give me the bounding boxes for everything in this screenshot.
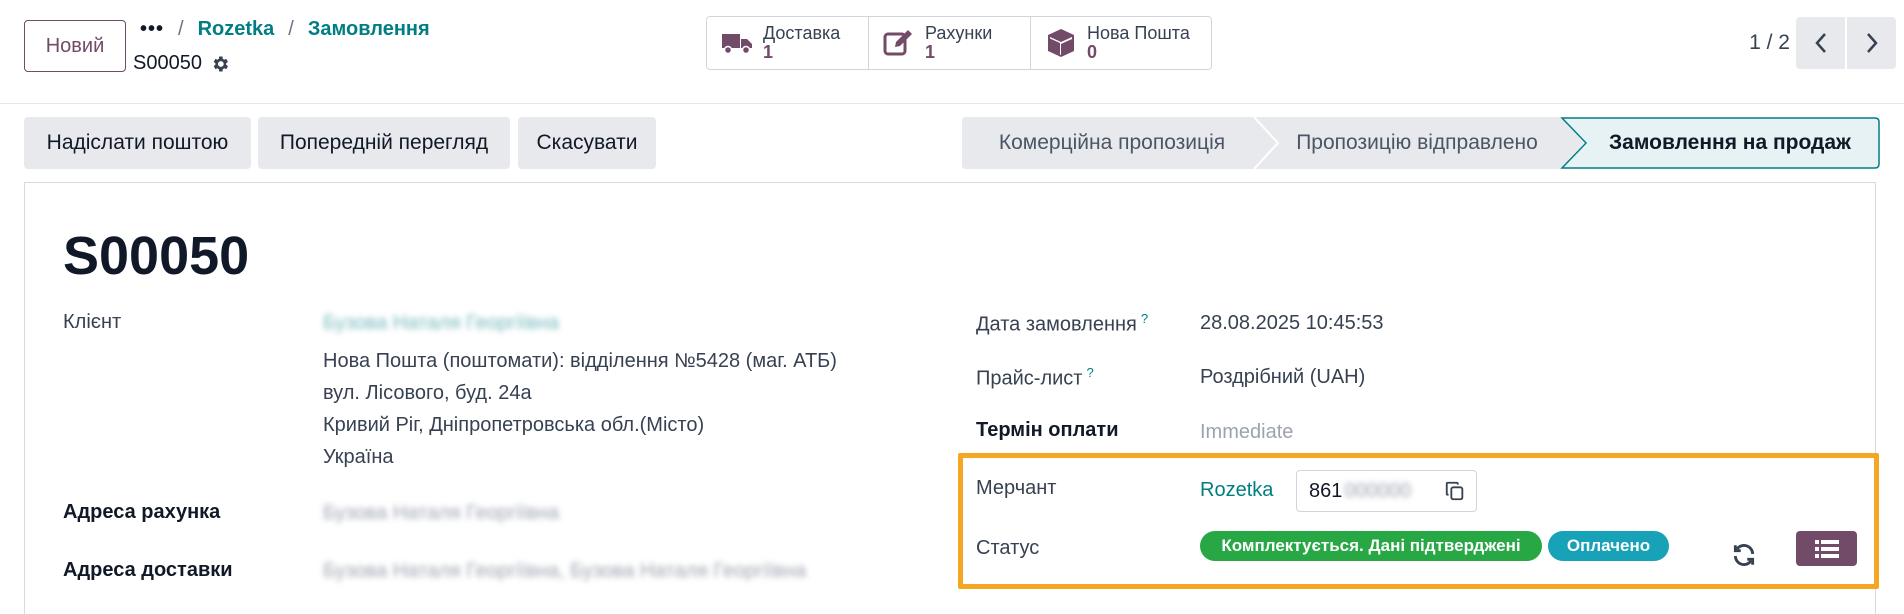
merchant-id-visible: 861	[1309, 479, 1343, 502]
payment-term-field[interactable]: Immediate	[1200, 416, 1293, 448]
breadcrumb: ••• / Rozetka / Замовлення	[140, 18, 430, 41]
statusbar: Надіслати поштою Попередній перегляд Ска…	[24, 117, 1880, 169]
cancel-button[interactable]: Скасувати	[518, 117, 656, 169]
nova-poshta-count: 0	[1087, 42, 1098, 62]
delivery-count: 1	[763, 42, 774, 62]
invoices-smart-button[interactable]: Рахунки 1	[869, 17, 1031, 69]
order-stages: Комерційна пропозиція Пропозицію відправ…	[962, 117, 1880, 169]
gear-icon[interactable]	[210, 54, 230, 74]
merchant-id-hidden: 000000	[1344, 479, 1412, 502]
record-name-row: S00050	[133, 52, 230, 75]
invoice-address-label: Адреса рахунка	[63, 501, 221, 523]
order-title: S00050	[63, 226, 250, 286]
breadcrumb-orders[interactable]: Замовлення	[308, 18, 430, 41]
delivery-address-value[interactable]: Бузова Наталя Георгіївна, Бузова Наталя …	[323, 555, 806, 587]
nova-poshta-smart-button[interactable]: Нова Пошта 0	[1031, 17, 1211, 69]
order-date-help-icon[interactable]: ?	[1141, 311, 1148, 326]
status-badge-picking: Комплектується. Дані підтверджені	[1200, 531, 1542, 561]
pricelist-value[interactable]: Роздрібний (UAH)	[1200, 361, 1365, 393]
delivery-smart-button[interactable]: Доставка 1	[707, 17, 869, 69]
control-panel: Новий ••• / Rozetka / Замовлення S00050 …	[0, 0, 1904, 104]
edit-icon	[883, 30, 912, 56]
merchant-link[interactable]: Rozetka	[1200, 474, 1273, 506]
pager-value[interactable]: 1 / 2	[1749, 31, 1790, 55]
stage-quotation[interactable]: Комерційна пропозиція	[962, 117, 1262, 169]
preview-button[interactable]: Попередній перегляд	[258, 117, 510, 169]
pager-buttons	[1796, 17, 1896, 69]
client-address-line-3: Кривий Ріг, Дніпропетровська обл.(Місто)	[323, 414, 705, 436]
record-name: S00050	[133, 52, 202, 74]
pricelist-label: Прайс-лист?	[976, 365, 1094, 391]
merchant-id-field[interactable]: 861 000000	[1296, 470, 1477, 512]
pricelist-help-icon[interactable]: ?	[1086, 365, 1093, 380]
stage-sales-order[interactable]: Замовлення на продаж	[1580, 117, 1880, 169]
breadcrumb-rozetka[interactable]: Rozetka	[198, 18, 275, 41]
client-name[interactable]: Бузова Наталя Георгіївна	[323, 307, 559, 339]
breadcrumb-more[interactable]: •••	[140, 18, 164, 41]
truck-icon	[722, 34, 752, 55]
list-icon	[1814, 539, 1839, 558]
send-by-email-button[interactable]: Надіслати поштою	[24, 117, 251, 169]
status-label: Статус	[976, 537, 1040, 559]
pager-previous-button[interactable]	[1796, 17, 1845, 69]
refresh-icon[interactable]	[1731, 542, 1757, 568]
order-date-label: Дата замовлення?	[976, 311, 1148, 337]
delivery-label: Доставка	[763, 23, 841, 43]
client-address-line-4: Україна	[323, 446, 394, 468]
client-address-line-1: Нова Пошта (поштомати): відділення №5428…	[323, 350, 837, 372]
client-label: Клієнт	[63, 311, 122, 333]
status-list-button[interactable]	[1796, 531, 1857, 566]
payment-term-label: Термін оплати	[976, 419, 1119, 441]
stage-quotation-sent[interactable]: Пропозицію відправлено	[1262, 117, 1572, 169]
smart-buttons: Доставка 1 Рахунки 1 Нова Пошта 0	[706, 16, 1212, 70]
order-date-value[interactable]: 28.08.2025 10:45:53	[1200, 307, 1384, 339]
chevron-left-icon	[1814, 33, 1826, 53]
breadcrumb-separator: /	[288, 18, 294, 40]
new-button[interactable]: Новий	[24, 20, 126, 72]
invoices-count: 1	[925, 42, 936, 62]
order-date-label-text: Дата замовлення	[976, 313, 1137, 336]
form-sheet: S00050 Клієнт Бузова Наталя Георгіївна Н…	[24, 182, 1879, 614]
chevron-right-icon	[1866, 33, 1878, 53]
merchant-label: Мерчант	[976, 477, 1057, 499]
pricelist-label-text: Прайс-лист	[976, 367, 1083, 390]
invoices-label: Рахунки	[925, 23, 993, 43]
delivery-address-label: Адреса доставки	[63, 559, 233, 581]
nova-poshta-label: Нова Пошта	[1087, 23, 1190, 43]
client-address-line-2: вул. Лісового, буд. 24а	[323, 382, 532, 404]
status-badge-paid: Оплачено	[1548, 531, 1669, 561]
box-icon	[1048, 29, 1074, 57]
pager-next-button[interactable]	[1847, 17, 1896, 69]
copy-icon[interactable]	[1444, 480, 1466, 502]
invoice-address-value[interactable]: Бузова Наталя Георгіївна	[323, 497, 559, 529]
breadcrumb-separator: /	[178, 18, 184, 40]
